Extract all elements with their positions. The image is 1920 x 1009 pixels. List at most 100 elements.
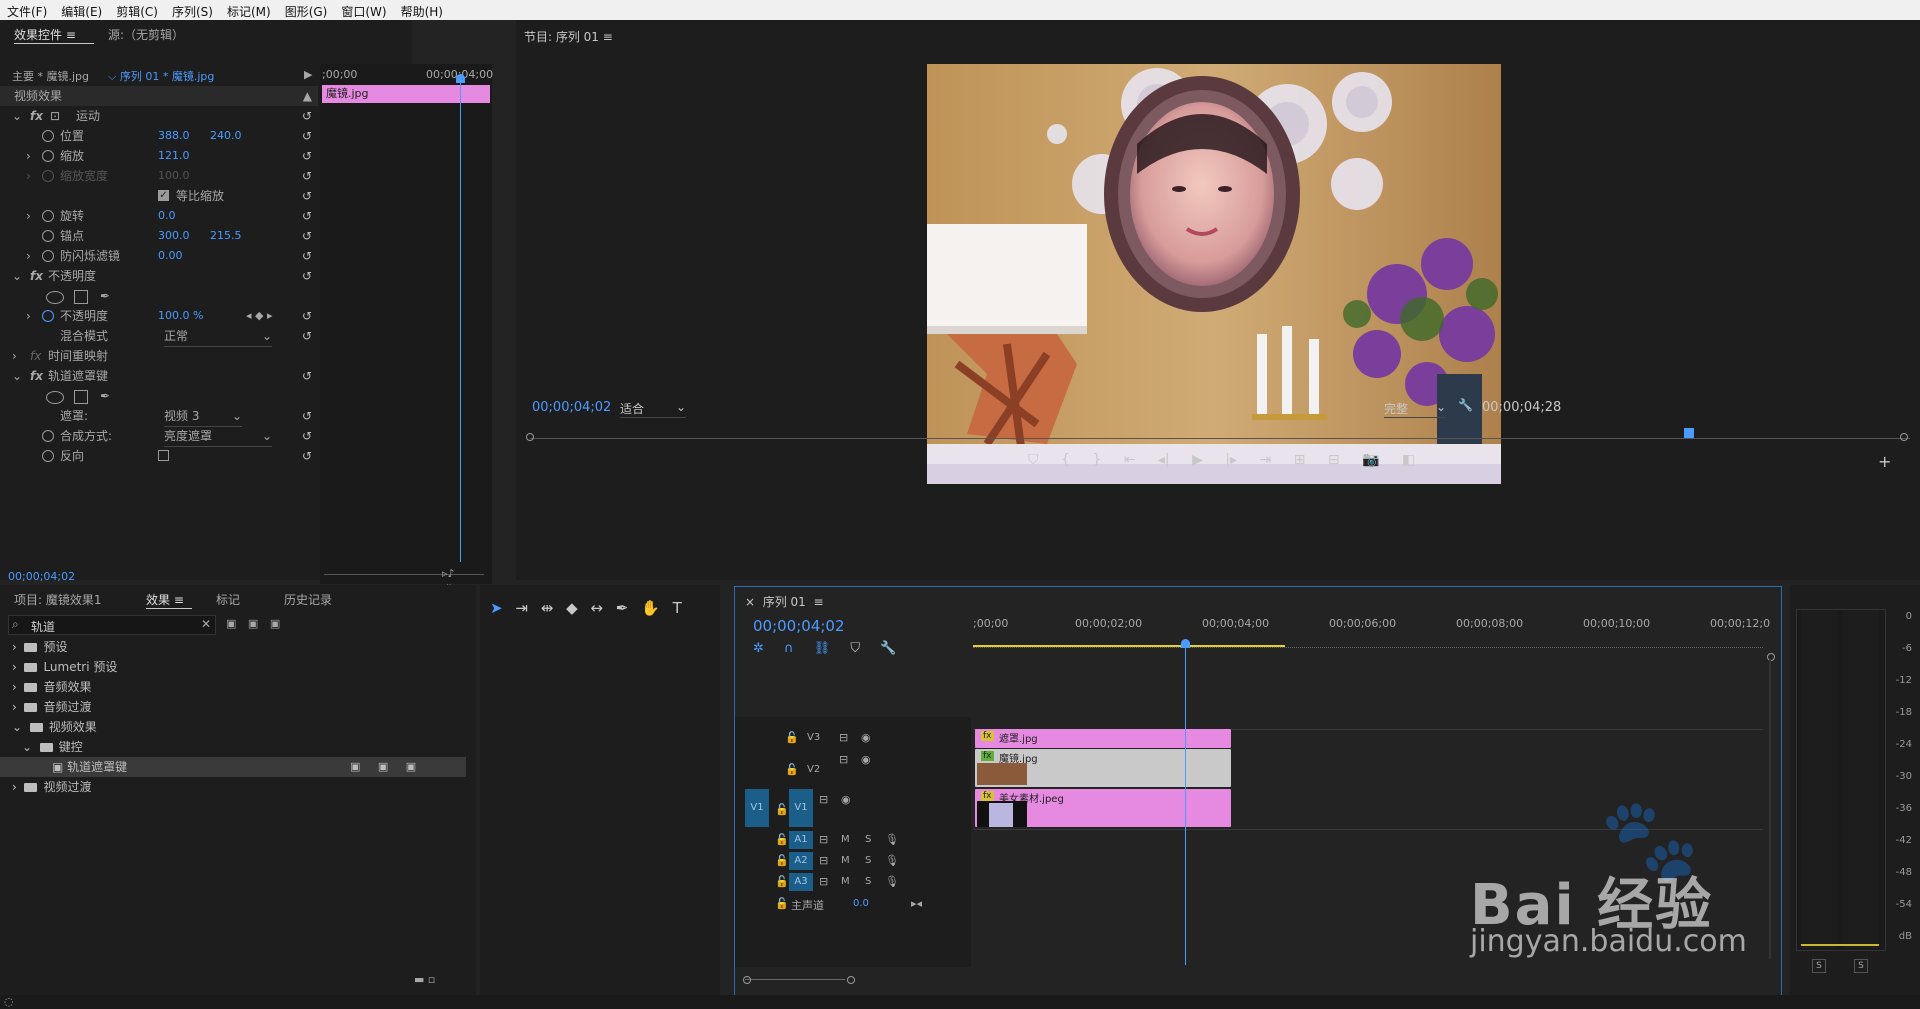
scroll-up-icon[interactable]: ▲	[303, 86, 312, 106]
flicker-value[interactable]: 0.00	[158, 246, 183, 266]
program-playhead-timecode[interactable]: 00;00;04;02	[532, 400, 611, 415]
mini-scrollbar[interactable]	[324, 574, 484, 575]
opacity-value[interactable]: 100.0 %	[158, 306, 203, 326]
motion-row[interactable]: ⌄ fx ⊡ 运动 ↺	[0, 106, 318, 126]
reset-icon[interactable]: ↺	[302, 366, 312, 386]
timeline-ruler[interactable]: ;00;00 00;00;02;00 00;00;04;00 00;00;06;…	[973, 617, 1770, 648]
scale-value[interactable]: 121.0	[158, 146, 190, 166]
tab-effect-controls[interactable]: 效果控件 ≡	[14, 26, 76, 43]
clip-v2[interactable]: fx 魔镜.jpg	[975, 749, 1231, 787]
rectangle-mask-icon[interactable]	[74, 390, 88, 404]
lock-icon[interactable]: 🔓	[775, 854, 789, 867]
rotation-value[interactable]: 0.0	[158, 206, 176, 226]
anchor-x-value[interactable]: 300.0	[158, 226, 190, 246]
status-icon[interactable]: ◌	[4, 995, 14, 1008]
expand-arrow-icon[interactable]: ›	[26, 246, 31, 266]
matte-dropdown[interactable]: 视频 3 ⌄	[164, 406, 242, 427]
tree-item-keying[interactable]: ⌄ 键控	[0, 737, 466, 757]
sync-lock-icon[interactable]: ⊟	[819, 854, 828, 867]
reset-icon[interactable]: ↺	[302, 326, 312, 346]
program-scrub-bar[interactable]	[530, 430, 1910, 439]
solo-button[interactable]: S	[865, 834, 871, 845]
mute-button[interactable]: M	[841, 834, 850, 845]
lock-icon[interactable]: 🔓	[775, 897, 789, 910]
play-only-icon[interactable]: ▶	[304, 68, 312, 81]
mini-playhead[interactable]	[460, 76, 461, 562]
go-to-in-icon[interactable]: ⇤	[1124, 452, 1136, 468]
menu-window[interactable]: 窗口(W)	[334, 0, 393, 20]
compare-icon[interactable]: ◧	[1402, 452, 1415, 468]
zoom-handle-left[interactable]	[526, 433, 534, 441]
sync-lock-icon[interactable]: ⊟	[819, 833, 828, 846]
ripple-edit-tool-icon[interactable]: ⇹	[541, 599, 554, 617]
track-target-v1[interactable]: V1	[789, 789, 813, 827]
expand-arrow-icon[interactable]: ›	[26, 206, 31, 226]
reverse-checkbox[interactable]	[158, 450, 169, 461]
solo-right-button[interactable]: S	[1854, 959, 1868, 973]
opacity-section-row[interactable]: ⌄ fx 不透明度 ↺	[0, 266, 318, 286]
tree-item-presets[interactable]: › 预设	[0, 637, 466, 657]
effect-controls-timecode[interactable]: 00;00;04;02	[8, 570, 75, 583]
tree-item-lumetri[interactable]: › Lumetri 预设	[0, 657, 466, 677]
stopwatch-icon[interactable]	[42, 130, 54, 142]
reset-icon[interactable]: ↺	[302, 126, 312, 146]
selection-tool-icon[interactable]: ➤	[490, 599, 503, 617]
quality-dropdown[interactable]: 完整 ⌄	[1384, 400, 1446, 418]
master-volume-value[interactable]: 0.0	[853, 898, 869, 909]
source-patch-v1[interactable]: V1	[745, 789, 769, 827]
slip-tool-icon[interactable]: ↔	[590, 599, 603, 617]
linked-selection-icon[interactable]: ⛓	[814, 641, 831, 656]
lock-icon[interactable]: 🔓	[775, 833, 789, 846]
timeline-playhead[interactable]	[1185, 639, 1186, 965]
solo-button[interactable]: S	[865, 855, 871, 866]
mute-button[interactable]: M	[841, 876, 850, 887]
tab-effects[interactable]: 效果 ≡	[146, 591, 184, 608]
track-target-a3[interactable]: A3	[789, 873, 813, 891]
tab-project[interactable]: 项目: 魔镜效果1	[14, 591, 102, 608]
zoom-handle[interactable]	[847, 976, 855, 984]
microphone-icon[interactable]: 🎙	[885, 875, 899, 888]
new-folder-icon[interactable]: ▬ ▫	[414, 973, 435, 986]
expand-arrow-icon[interactable]: ›	[26, 146, 31, 166]
type-tool-icon[interactable]: T	[673, 599, 682, 617]
tab-history[interactable]: 历史记录	[284, 591, 332, 608]
snap-icon[interactable]: ∩	[784, 641, 794, 656]
32bit-effects-icon[interactable]: ▣	[248, 617, 258, 630]
nest-icon[interactable]: ✲	[753, 641, 764, 656]
tree-item-video-transitions[interactable]: › 视频过渡	[0, 777, 466, 797]
eye-icon[interactable]: ◉	[861, 731, 871, 744]
uniform-scale-checkbox[interactable]: ✓	[158, 190, 169, 201]
lift-icon[interactable]: ⊞	[1294, 452, 1306, 468]
menu-file[interactable]: 文件(F)	[0, 0, 54, 20]
reset-icon[interactable]: ↺	[302, 106, 312, 126]
tree-item-track-matte-key[interactable]: ▣ 轨道遮罩键 ▣ ▣ ▣	[0, 757, 466, 777]
keyframe-nav-icon[interactable]: ◂ ◆ ▸	[246, 306, 273, 326]
menu-sequence[interactable]: 序列(S)	[165, 0, 220, 20]
export-frame-icon[interactable]: 📷	[1362, 452, 1379, 468]
solo-left-button[interactable]: S	[1812, 959, 1826, 973]
add-marker-icon[interactable]: ⛉	[850, 641, 860, 656]
play-icon[interactable]: ▶	[1192, 452, 1203, 468]
pen-mask-icon[interactable]: ✒	[100, 286, 110, 306]
menu-help[interactable]: 帮助(H)	[394, 0, 450, 20]
reset-icon[interactable]: ↺	[302, 186, 312, 206]
program-video-frame[interactable]	[927, 64, 1501, 484]
yuv-effects-icon[interactable]: ▣	[270, 617, 280, 630]
reset-icon[interactable]: ↺	[302, 206, 312, 226]
solo-button[interactable]: S	[865, 876, 871, 887]
menu-edit[interactable]: 编辑(E)	[54, 0, 109, 20]
menu-clip[interactable]: 剪辑(C)	[109, 0, 165, 20]
reset-icon[interactable]: ↺	[302, 306, 312, 326]
effects-search-input[interactable]: ⌕ 轨道 ✕	[8, 615, 216, 635]
wrench-icon[interactable]: 🔧	[1458, 398, 1473, 412]
expand-chevron-icon[interactable]: ⌄	[12, 266, 22, 286]
stopwatch-icon[interactable]	[42, 250, 54, 262]
time-remap-row[interactable]: › fx 时间重映射	[0, 346, 318, 366]
rectangle-mask-icon[interactable]	[74, 290, 88, 304]
tab-menu-icon[interactable]: ≡	[66, 28, 76, 42]
timeline-zoom-scrollbar[interactable]	[745, 979, 845, 986]
reset-icon[interactable]: ↺	[302, 246, 312, 266]
reset-icon[interactable]: ↺	[302, 426, 312, 446]
blend-dropdown[interactable]: 正常 ⌄	[164, 326, 272, 347]
sync-lock-icon[interactable]: ⊟	[819, 875, 828, 888]
